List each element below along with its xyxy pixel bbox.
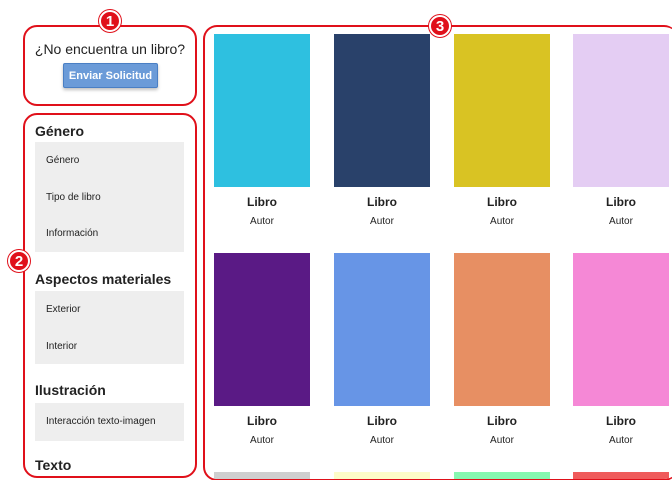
book-cover[interactable]	[214, 253, 310, 406]
filter-sidebar: Género Género Tipo de libro Información …	[23, 113, 197, 478]
book-cover-partial[interactable]	[454, 472, 550, 479]
book-card[interactable]: Libro Autor	[214, 253, 310, 446]
book-card[interactable]: Libro Autor	[573, 34, 669, 227]
book-cover-partial[interactable]	[573, 472, 669, 479]
book-cover[interactable]	[573, 34, 669, 187]
book-card[interactable]: Libro Autor	[334, 34, 430, 227]
book-card[interactable]: Libro Autor	[454, 253, 550, 446]
book-cover[interactable]	[454, 34, 550, 187]
filter-group-ilustracion: Interacción texto-imagen	[35, 403, 184, 441]
book-cover[interactable]	[573, 253, 669, 406]
book-author: Autor	[250, 435, 274, 446]
book-cover-partial[interactable]	[214, 472, 310, 479]
book-request-panel: ¿No encuentra un libro? Enviar Solicitud	[23, 25, 197, 106]
book-cover[interactable]	[214, 34, 310, 187]
book-title: Libro	[367, 195, 397, 209]
book-card[interactable]: Libro Autor	[454, 34, 550, 227]
book-grid: Libro Autor Libro Autor Libro Autor Libro Autor…	[203, 25, 672, 480]
book-title: Libro	[606, 414, 636, 428]
send-request-button[interactable]: Enviar Solicitud	[63, 63, 158, 88]
section-heading-texto: Texto	[35, 457, 72, 473]
book-author: Autor	[609, 216, 633, 227]
book-cover[interactable]	[334, 253, 430, 406]
section-heading-aspectos: Aspectos materiales	[35, 271, 172, 287]
annotation-badge-1: 1	[99, 10, 121, 32]
filter-item-exterior[interactable]: Exterior	[46, 304, 80, 315]
book-author: Autor	[609, 435, 633, 446]
book-cover-partial[interactable]	[334, 472, 430, 479]
book-title: Libro	[367, 414, 397, 428]
book-card[interactable]: Libro Autor	[214, 34, 310, 227]
book-cover[interactable]	[334, 34, 430, 187]
filter-item-informacion[interactable]: Información	[46, 228, 98, 239]
book-cover[interactable]	[454, 253, 550, 406]
annotation-badge-2: 2	[8, 250, 30, 272]
section-heading-ilustracion: Ilustración	[35, 382, 106, 398]
book-title: Libro	[487, 414, 517, 428]
filter-item-interior[interactable]: Interior	[46, 341, 77, 352]
book-author: Autor	[370, 216, 394, 227]
book-author: Autor	[250, 216, 274, 227]
book-title: Libro	[606, 195, 636, 209]
section-heading-genero: Género	[35, 123, 85, 139]
book-title: Libro	[487, 195, 517, 209]
filter-item-tipo-de-libro[interactable]: Tipo de libro	[46, 192, 101, 203]
filter-group-genero: Género Tipo de libro Información	[35, 142, 184, 252]
book-author: Autor	[490, 216, 514, 227]
book-title: Libro	[247, 414, 277, 428]
filter-item-interaccion-texto-imagen[interactable]: Interacción texto-imagen	[46, 416, 156, 427]
book-title: Libro	[247, 195, 277, 209]
filter-item-genero[interactable]: Género	[46, 155, 79, 166]
request-question: ¿No encuentra un libro?	[34, 41, 186, 57]
book-card[interactable]: Libro Autor	[573, 253, 669, 446]
book-author: Autor	[490, 435, 514, 446]
annotation-badge-3: 3	[429, 15, 451, 37]
book-card[interactable]: Libro Autor	[334, 253, 430, 446]
filter-group-aspectos: Exterior Interior	[35, 291, 184, 364]
book-author: Autor	[370, 435, 394, 446]
